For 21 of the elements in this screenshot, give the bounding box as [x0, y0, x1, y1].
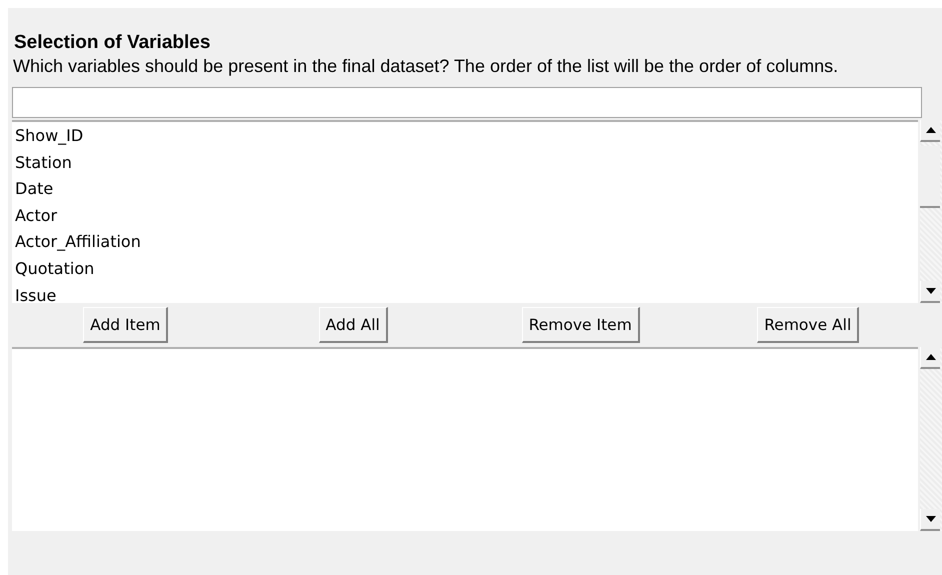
list-item[interactable]: Station — [12, 150, 72, 176]
action-button[interactable]: Remove Item — [522, 307, 640, 343]
list-item[interactable]: Date — [12, 176, 54, 203]
list-item[interactable]: Quotation — [12, 256, 94, 283]
scroll-down-icon[interactable] — [926, 516, 936, 522]
list-item[interactable]: Show_ID — [12, 123, 84, 150]
action-button[interactable]: Add All — [318, 307, 388, 343]
filter-field[interactable] — [12, 87, 922, 118]
list-item[interactable]: Actor_Affiliation — [12, 229, 141, 256]
list-item[interactable]: Actor — [12, 202, 58, 230]
scroll-up-icon[interactable] — [926, 354, 936, 360]
action-button[interactable]: Add Item — [83, 307, 168, 343]
action-button[interactable]: Remove All — [757, 307, 860, 343]
available-variables-list[interactable]: Show_ID Station Date Actor Actor_Affiliation Quotation Issue — [12, 120, 918, 303]
scroll-down-icon[interactable] — [926, 288, 936, 294]
scroll-up-icon[interactable] — [926, 127, 936, 133]
section-title: Selection of Variables — [14, 31, 212, 55]
scrollbar[interactable] — [920, 347, 942, 531]
scrollbar[interactable] — [920, 120, 942, 303]
section-description: Which variables should be present in the final dataset? The order of the list will be the order of columns. — [13, 55, 840, 77]
scroll-thumb[interactable] — [920, 146, 940, 208]
